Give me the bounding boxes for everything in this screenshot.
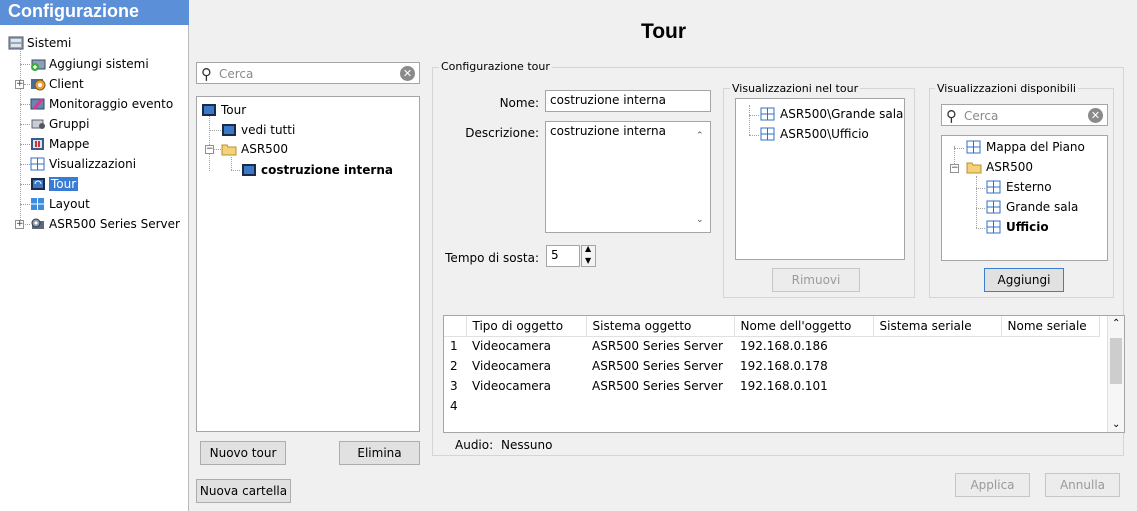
folder-icon bbox=[966, 160, 982, 174]
name-field[interactable]: costruzione interna bbox=[545, 90, 711, 112]
column-header[interactable]: Sistema seriale bbox=[873, 316, 1002, 337]
description-field[interactable]: costruzione interna ⌃ ⌄ bbox=[545, 121, 711, 233]
tree-item-asr500-folder[interactable]: ASR500 bbox=[221, 140, 288, 158]
sidebar-item-asr500-series-server[interactable]: ASR500 Series Server bbox=[30, 215, 180, 233]
description-label: Descrizione: bbox=[465, 126, 539, 140]
table-row[interactable]: 3 Videocamera ASR500 Series Server 192.168.… bbox=[444, 376, 1099, 396]
items-grid: Tipo di oggetto Sistema oggetto Nome del… bbox=[444, 316, 1100, 416]
remove-button[interactable]: Rimuovi bbox=[772, 268, 860, 292]
scroll-down-icon[interactable]: ⌄ bbox=[696, 215, 704, 225]
map-icon bbox=[30, 137, 46, 151]
expand-server-toggle[interactable]: + bbox=[15, 220, 24, 229]
table-header: Tipo di oggetto Sistema oggetto Nome del… bbox=[444, 316, 1100, 337]
description-scrollbar[interactable]: ⌃ ⌄ bbox=[693, 123, 709, 231]
tour-icon bbox=[241, 163, 257, 177]
new-folder-button[interactable]: Nuova cartella bbox=[196, 479, 291, 503]
layout-icon bbox=[30, 197, 46, 211]
scroll-down-icon[interactable]: ⌄ bbox=[1112, 419, 1120, 430]
view-grid-icon bbox=[986, 220, 1002, 234]
folder-icon bbox=[221, 142, 237, 156]
search-icon: ⚲ bbox=[946, 107, 957, 125]
scroll-up-icon[interactable]: ⌃ bbox=[1112, 318, 1120, 329]
search-icon: ⚲ bbox=[201, 65, 212, 83]
sidebar-item-monitoraggio-evento[interactable]: Monitoraggio evento bbox=[30, 95, 173, 113]
audio-value: Nessuno bbox=[501, 438, 553, 452]
tree-item-ufficio[interactable]: Ufficio bbox=[986, 218, 1049, 236]
tree-item-esterno[interactable]: Esterno bbox=[986, 178, 1052, 196]
tree-item-mappa-del-piano[interactable]: Mappa del Piano bbox=[966, 138, 1085, 156]
tour-icon bbox=[201, 103, 217, 117]
tour-icon bbox=[221, 123, 237, 137]
page-title: Tour bbox=[640, 20, 687, 43]
tree-item-vedi-tutti[interactable]: vedi tutti bbox=[221, 121, 295, 139]
view-grid-icon bbox=[760, 127, 776, 141]
tree-item-costruzione-interna[interactable]: costruzione interna bbox=[241, 161, 393, 179]
name-label: Nome: bbox=[499, 96, 539, 110]
scroll-thumb[interactable] bbox=[1110, 338, 1122, 384]
clear-search-icon[interactable]: ✕ bbox=[400, 66, 415, 81]
spin-down-icon[interactable]: ▼ bbox=[585, 256, 591, 265]
sidebar-item-visualizzazioni[interactable]: Visualizzazioni bbox=[30, 155, 136, 173]
add-button[interactable]: Aggiungi bbox=[984, 268, 1064, 292]
expand-client-toggle[interactable]: + bbox=[15, 80, 24, 89]
column-header[interactable]: Tipo di oggetto bbox=[466, 316, 587, 337]
views-in-tour-list: ASR500\Grande sala ASR500\Ufficio bbox=[735, 98, 905, 260]
clear-search-icon[interactable]: ✕ bbox=[1088, 108, 1103, 123]
column-header[interactable]: Nome seriale bbox=[1001, 316, 1100, 337]
view-grid-icon bbox=[30, 157, 46, 171]
available-views-tree: − Mappa del Piano ASR500 Esterno Grande … bbox=[941, 135, 1108, 261]
table-row[interactable]: 2 Videocamera ASR500 Series Server 192.168.… bbox=[444, 356, 1099, 376]
config-sidebar: Configurazione Sistemi Aggiungi sistemi … bbox=[0, 0, 189, 511]
tour-search-input[interactable]: ⚲ Cerca ✕ bbox=[196, 62, 420, 84]
sidebar-title: Configurazione bbox=[0, 0, 189, 25]
server-rack-icon bbox=[8, 36, 24, 50]
dwell-time-label: Tempo di sosta: bbox=[445, 251, 539, 265]
apply-button[interactable]: Applica bbox=[955, 473, 1030, 497]
sidebar-item-layout[interactable]: Layout bbox=[30, 195, 90, 213]
dwell-time-spinner[interactable]: ▲ ▼ bbox=[581, 244, 596, 267]
view-grid-icon bbox=[986, 180, 1002, 194]
list-item[interactable]: ASR500\Grande sala bbox=[760, 105, 903, 123]
tree-item-grande-sala[interactable]: Grande sala bbox=[986, 198, 1078, 216]
gear-icon bbox=[30, 77, 46, 91]
list-item[interactable]: ASR500\Ufficio bbox=[760, 125, 869, 143]
views-in-tour-label: Visualizzazioni nel tour bbox=[730, 82, 861, 95]
view-grid-icon bbox=[966, 140, 982, 154]
sidebar-item-aggiungi-sistemi[interactable]: Aggiungi sistemi bbox=[30, 55, 149, 73]
sidebar-item-mappe[interactable]: Mappe bbox=[30, 135, 89, 153]
table-row[interactable]: 4 bbox=[444, 396, 1099, 416]
table-row[interactable]: 1 Videocamera ASR500 Series Server 192.168.… bbox=[444, 336, 1099, 356]
expand-asr500-toggle[interactable]: − bbox=[205, 145, 214, 154]
tour-config-label: Configurazione tour bbox=[439, 60, 552, 73]
column-header[interactable]: Sistema oggetto bbox=[586, 316, 735, 337]
delete-button[interactable]: Elimina bbox=[339, 441, 420, 465]
sidebar-item-sistemi[interactable]: Sistemi bbox=[8, 34, 71, 52]
expand-asr500-toggle[interactable]: − bbox=[950, 164, 959, 173]
tour-items-table: Tipo di oggetto Sistema oggetto Nome del… bbox=[443, 315, 1125, 433]
audio-label: Audio: bbox=[455, 438, 494, 452]
sidebar-item-tour[interactable]: Tour bbox=[30, 175, 79, 193]
spin-up-icon[interactable]: ▲ bbox=[585, 244, 591, 253]
grid-scrollbar[interactable]: ⌃ ⌄ bbox=[1107, 316, 1124, 432]
available-views-label: Visualizzazioni disponibili bbox=[935, 82, 1078, 95]
group-icon bbox=[30, 117, 46, 131]
server-icon bbox=[30, 217, 46, 231]
tree-item-tour-root[interactable]: Tour bbox=[201, 101, 246, 119]
tour-tree: − Tour vedi tutti ASR500 costruzione int… bbox=[196, 96, 420, 432]
tree-item-asr500-folder[interactable]: ASR500 bbox=[966, 158, 1033, 176]
sidebar-item-gruppi[interactable]: Gruppi bbox=[30, 115, 89, 133]
available-search-input[interactable]: ⚲ Cerca ✕ bbox=[941, 104, 1108, 126]
column-header[interactable]: Nome dell'oggetto bbox=[734, 316, 874, 337]
new-tour-button[interactable]: Nuovo tour bbox=[200, 441, 286, 465]
view-grid-icon bbox=[986, 200, 1002, 214]
add-system-icon bbox=[30, 57, 46, 71]
dwell-time-input[interactable]: 5 bbox=[546, 245, 580, 267]
cancel-button[interactable]: Annulla bbox=[1045, 473, 1120, 497]
scroll-up-icon[interactable]: ⌃ bbox=[696, 131, 704, 141]
view-grid-icon bbox=[760, 107, 776, 121]
sidebar-item-client[interactable]: Client bbox=[30, 75, 84, 93]
tour-icon bbox=[30, 177, 46, 191]
event-monitor-icon bbox=[30, 97, 46, 111]
